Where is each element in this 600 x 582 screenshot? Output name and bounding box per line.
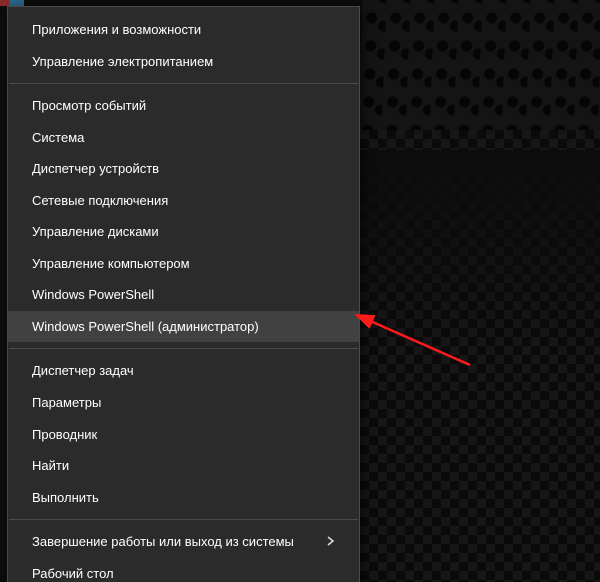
- menu-item-device-manager[interactable]: Диспетчер устройств: [8, 153, 359, 185]
- menu-separator: [9, 83, 358, 84]
- menu-item-label: Диспетчер задач: [32, 362, 335, 380]
- menu-item-label: Windows PowerShell (администратор): [32, 318, 335, 336]
- menu-item-label: Параметры: [32, 394, 335, 412]
- menu-item-powershell-admin[interactable]: Windows PowerShell (администратор): [8, 311, 359, 343]
- menu-separator: [9, 519, 358, 520]
- menu-item-label: Windows PowerShell: [32, 286, 335, 304]
- menu-item-label: Управление электропитанием: [32, 53, 335, 71]
- menu-item-file-explorer[interactable]: Проводник: [8, 419, 359, 451]
- menu-item-label: Проводник: [32, 426, 335, 444]
- chevron-right-icon: [317, 534, 335, 550]
- menu-item-run[interactable]: Выполнить: [8, 482, 359, 514]
- menu-item-label: Рабочий стол: [32, 565, 335, 582]
- menu-item-event-viewer[interactable]: Просмотр событий: [8, 90, 359, 122]
- menu-item-label: Управление компьютером: [32, 255, 335, 273]
- menu-item-network-connections[interactable]: Сетевые подключения: [8, 185, 359, 217]
- menu-item-task-manager[interactable]: Диспетчер задач: [8, 355, 359, 387]
- wallpaper-hex-pattern: [357, 0, 600, 150]
- menu-group-2: Просмотр событий Система Диспетчер устро…: [8, 87, 359, 345]
- menu-item-disk-management[interactable]: Управление дисками: [8, 216, 359, 248]
- menu-item-system[interactable]: Система: [8, 122, 359, 154]
- menu-item-power-management[interactable]: Управление электропитанием: [8, 46, 359, 78]
- menu-item-apps-features[interactable]: Приложения и возможности: [8, 14, 359, 46]
- menu-item-powershell[interactable]: Windows PowerShell: [8, 279, 359, 311]
- menu-separator: [9, 348, 358, 349]
- menu-item-label: Сетевые подключения: [32, 192, 335, 210]
- winx-power-user-menu[interactable]: Приложения и возможности Управление элек…: [7, 6, 360, 582]
- menu-item-desktop[interactable]: Рабочий стол: [8, 558, 359, 582]
- menu-item-label: Просмотр событий: [32, 97, 335, 115]
- menu-item-settings[interactable]: Параметры: [8, 387, 359, 419]
- menu-item-search[interactable]: Найти: [8, 450, 359, 482]
- wallpaper-fade: [360, 150, 600, 350]
- menu-group-1: Приложения и возможности Управление элек…: [8, 11, 359, 80]
- menu-item-label: Управление дисками: [32, 223, 335, 241]
- menu-group-4: Завершение работы или выход из системы Р…: [8, 523, 359, 582]
- menu-item-shutdown-signout[interactable]: Завершение работы или выход из системы: [8, 526, 359, 558]
- menu-item-label: Завершение работы или выход из системы: [32, 533, 317, 551]
- menu-item-computer-management[interactable]: Управление компьютером: [8, 248, 359, 280]
- menu-item-label: Диспетчер устройств: [32, 160, 335, 178]
- menu-item-label: Система: [32, 129, 335, 147]
- menu-item-label: Найти: [32, 457, 335, 475]
- menu-item-label: Выполнить: [32, 489, 335, 507]
- menu-group-3: Диспетчер задач Параметры Проводник Найт…: [8, 352, 359, 516]
- menu-item-label: Приложения и возможности: [32, 21, 335, 39]
